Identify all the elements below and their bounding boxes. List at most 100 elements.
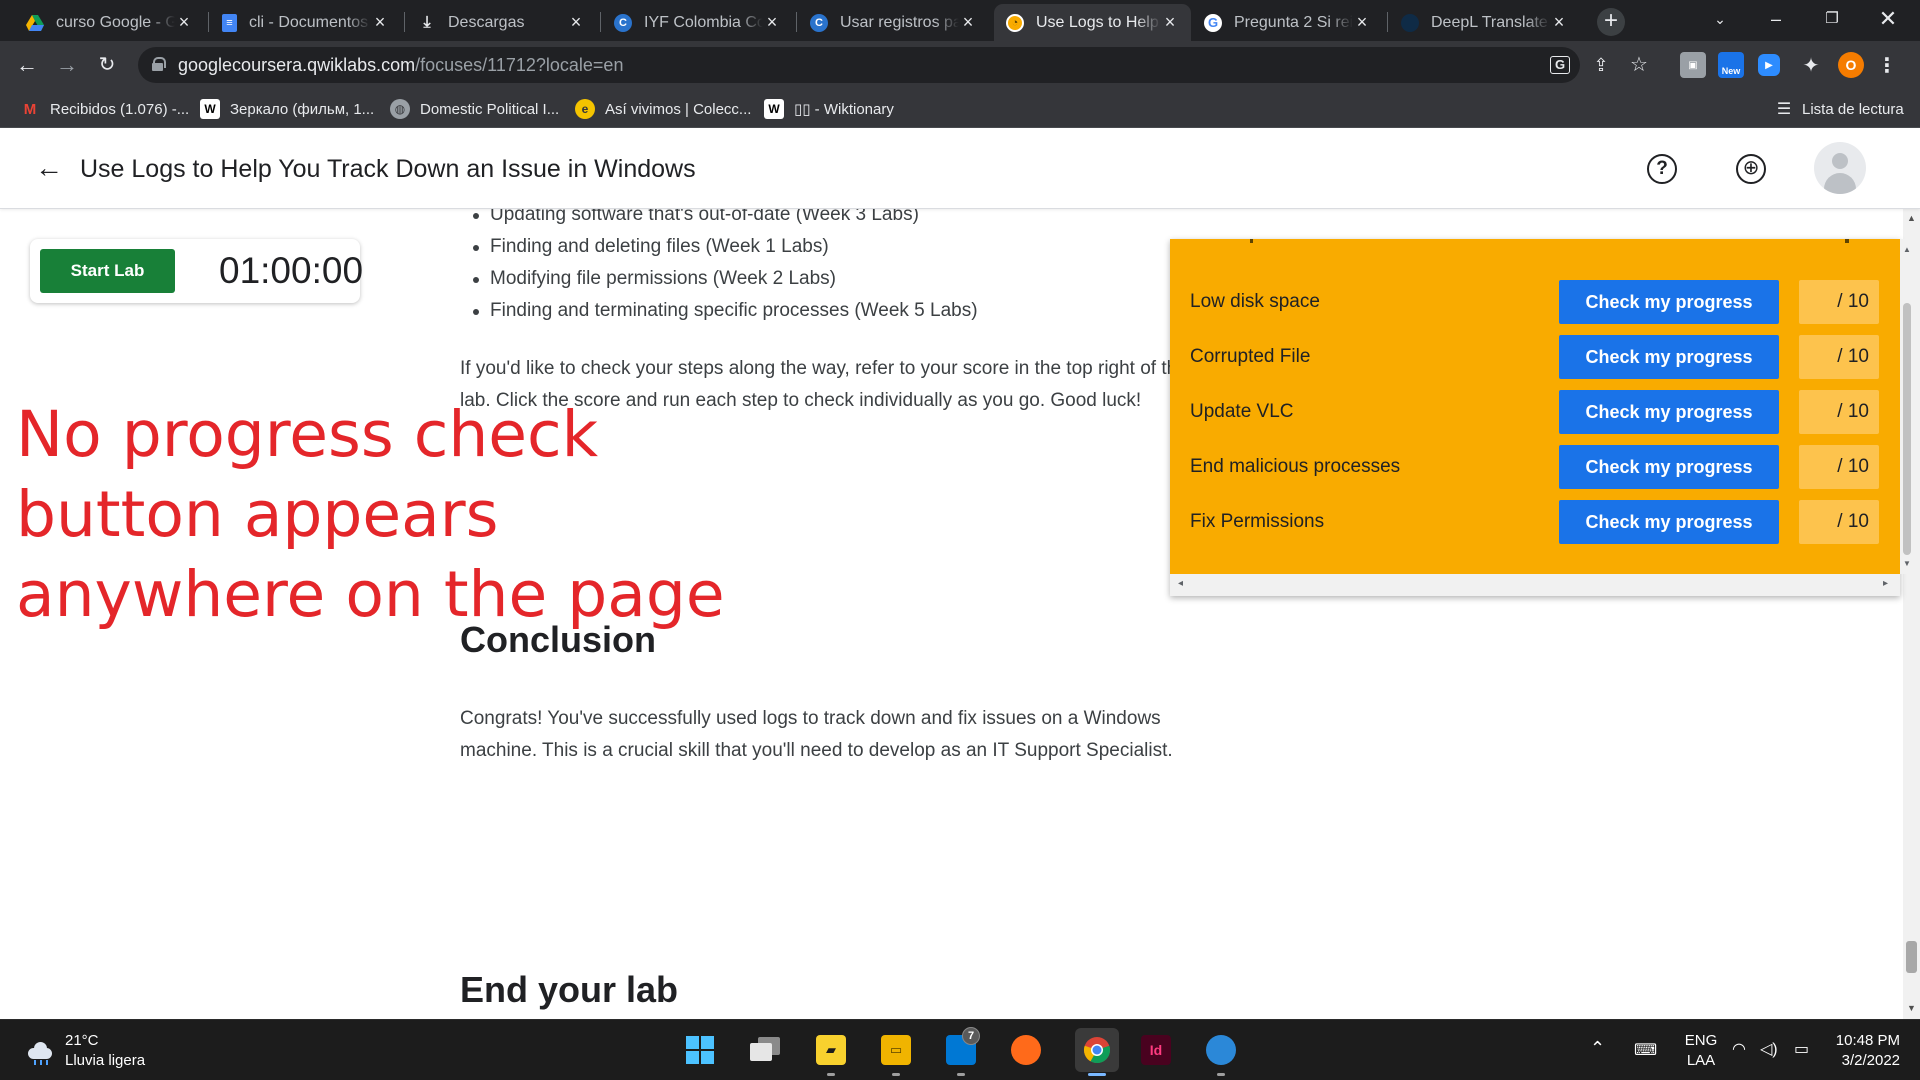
rain-drop [46,1060,48,1065]
tray-chevron-up-icon[interactable]: ⌃ [1590,1038,1605,1059]
check-progress-button[interactable]: Check my progress [1559,500,1779,544]
tab-use-logs-active[interactable]: ◔ Use Logs to Help You Track × [994,4,1191,41]
extension-new-icon[interactable]: New [1718,52,1744,78]
extensions-puzzle-icon[interactable]: ✦ [1798,52,1824,78]
check-progress-button[interactable]: Check my progress [1559,280,1779,324]
microsoft-store-icon[interactable]: 7 [946,1027,980,1065]
check-progress-button[interactable]: Check my progress [1559,335,1779,379]
close-tab-icon[interactable]: × [1161,12,1179,33]
tab-usar-registros[interactable]: C Usar registros para × [798,4,989,41]
score-panel-vertical-scrollbar[interactable]: ▲ ▼ [1900,239,1914,574]
wifi-icon[interactable]: ◠ [1732,1039,1746,1059]
chrome-taskbar-button[interactable] [1075,1028,1119,1072]
paint-icon[interactable] [1206,1035,1236,1065]
tab-title: cli - Documentos de Google [249,13,371,31]
kebab-menu-icon[interactable]: ⋮ [1877,52,1897,78]
bookmark-wiktionary[interactable]: W ▯▯ - Wiktionary [764,98,894,120]
close-tab-icon[interactable]: × [959,12,977,33]
system-clock[interactable]: 10:48 PM 3/2/2022 [1830,1032,1900,1069]
close-tab-icon[interactable]: × [763,12,781,33]
windows-start-icon[interactable] [685,1035,715,1065]
extension-icon[interactable]: ▣ [1680,52,1706,78]
weather-description[interactable]: Lluvia ligera [65,1052,145,1069]
help-icon[interactable]: ? [1647,154,1677,184]
score-panel: Low disk space Check my progress / 10 Co… [1170,239,1914,596]
indesign-icon[interactable]: Id [1141,1035,1171,1065]
share-icon[interactable]: ⇪ [1590,54,1612,76]
bookmark-asi-vivimos[interactable]: e Así vivimos | Colecc... [575,98,751,120]
globe-icon: ◍ [390,99,410,119]
close-tab-icon[interactable]: × [567,12,585,33]
reload-button[interactable]: ↻ [92,50,122,80]
list-item: Finding and terminating specific process… [473,295,1190,327]
weather-temperature[interactable]: 21°C [65,1032,99,1049]
scroll-right-arrow-icon[interactable]: ▸ [1883,578,1888,589]
sticky-notes-icon[interactable]: ▰ [816,1035,846,1065]
file-explorer-icon[interactable]: ▭ [881,1035,911,1065]
bookmark-label: Así vivimos | Colecc... [605,100,752,118]
new-tab-button[interactable]: + [1597,8,1625,36]
scroll-up-arrow-icon[interactable]: ▲ [1907,213,1916,223]
close-window-button[interactable]: ✕ [1860,0,1916,41]
bookmark-domestic-political[interactable]: ◍ Domestic Political I... [390,98,559,120]
tab-separator [404,12,405,32]
firefox-icon[interactable] [1011,1035,1041,1065]
rain-cloud-icon[interactable] [26,1037,54,1065]
reading-list-button[interactable]: ☰ Lista de lectura [1774,98,1904,120]
avatar[interactable] [1814,142,1866,194]
scrollbar-thumb[interactable] [1903,303,1911,555]
scrollbar-thumb[interactable] [1906,941,1917,973]
keyboard-icon[interactable]: ⌨ [1634,1040,1657,1060]
close-tab-icon[interactable]: × [175,12,193,33]
annotation-line: button appears [16,478,499,551]
score-row-end-malicious-processes: End malicious processes Check my progres… [1170,445,1900,489]
zoom-extension-icon[interactable]: ▶ [1758,54,1780,76]
volume-icon[interactable]: ◁) [1760,1039,1778,1059]
score-panel-horizontal-scrollbar[interactable]: ◂ ▸ [1170,574,1900,596]
bookmark-gmail[interactable]: M Recibidos (1.076) -... [20,98,189,120]
check-progress-button[interactable]: Check my progress [1559,390,1779,434]
close-tab-icon[interactable]: × [1353,12,1371,33]
start-lab-button[interactable]: Start Lab [40,249,175,293]
tab-deepl[interactable]: DeepL Translate: El × [1389,4,1580,41]
bookmark-wikipedia[interactable]: W Зеркало (фильм, 1... [200,98,374,120]
battery-icon[interactable]: ▭ [1794,1039,1809,1059]
tab-search-icon[interactable]: ⌄ [1692,0,1748,41]
url-text[interactable]: googlecoursera.qwiklabs.com/focuses/1171… [178,55,623,76]
task-score: / 10 [1799,335,1879,379]
close-tab-icon[interactable]: × [371,12,389,33]
tab-title: IYF Colombia Coursera [644,13,763,31]
translate-icon[interactable]: G [1550,56,1570,74]
scroll-left-arrow-icon[interactable]: ◂ [1178,578,1183,589]
back-arrow-icon[interactable]: ← [34,154,64,184]
input-language-indicator[interactable]: ENG LAA [1684,1032,1718,1069]
profile-avatar-icon[interactable]: O [1838,52,1864,78]
profile-initial: O [1845,57,1857,73]
clock-time: 10:48 PM [1835,1032,1900,1049]
scroll-up-arrow-icon[interactable]: ▲ [1903,245,1911,254]
minimize-button[interactable]: – [1748,0,1804,41]
tab-iyf-coursera[interactable]: C IYF Colombia Coursera × [602,4,793,41]
check-progress-button[interactable]: Check my progress [1559,445,1779,489]
scroll-down-arrow-icon[interactable]: ▼ [1907,1003,1916,1013]
tab-google-drive[interactable]: curso Google - Google Drive × [14,4,205,41]
tab-downloads[interactable]: ⤓ Descargas × [406,4,597,41]
forward-button[interactable]: → [52,50,82,80]
url-path: /focuses/11712?locale=en [415,55,624,75]
lock-icon[interactable] [152,57,166,71]
language-globe-icon[interactable]: ⊕ [1736,154,1766,184]
tab-google-docs[interactable]: ≡ cli - Documentos de Google × [210,4,401,41]
score-panel-body: Low disk space Check my progress / 10 Co… [1170,239,1900,574]
scroll-down-arrow-icon[interactable]: ▼ [1903,559,1911,568]
google-icon: G [1204,13,1222,32]
close-tab-icon[interactable]: × [1550,12,1568,33]
restore-button[interactable]: ❐ [1804,0,1860,41]
back-button[interactable]: ← [12,50,42,80]
address-bar[interactable]: googlecoursera.qwiklabs.com/focuses/1171… [138,47,1648,83]
coursera-icon: C [810,13,828,32]
tab-separator [1387,12,1388,32]
google-drive-icon [26,14,44,32]
bookmark-star-icon[interactable]: ☆ [1628,54,1650,76]
tab-pregunta[interactable]: G Pregunta 2 Si reinicia × [1192,4,1383,41]
task-view-icon[interactable] [750,1035,780,1065]
